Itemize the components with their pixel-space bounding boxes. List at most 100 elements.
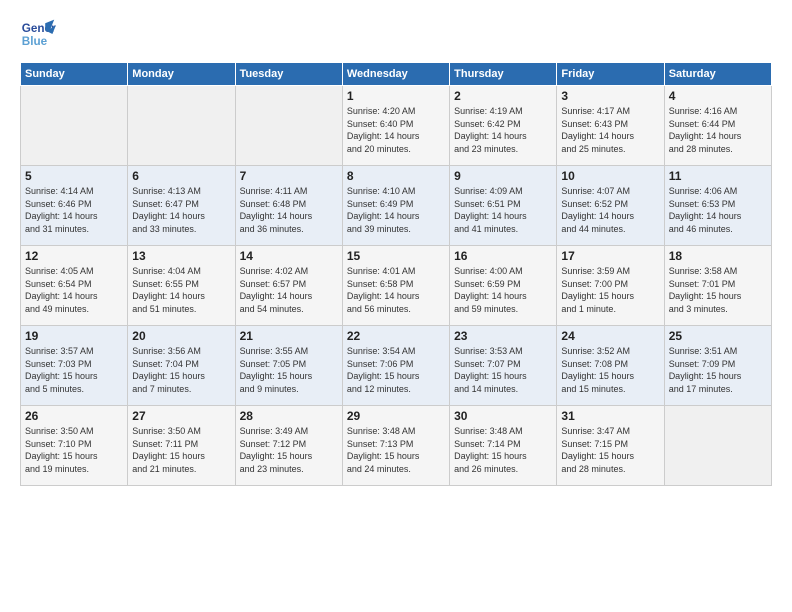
day-info: Sunrise: 3:58 AM Sunset: 7:01 PM Dayligh… [669,265,767,315]
calendar-cell: 25 Sunrise: 3:51 AM Sunset: 7:09 PM Dayli… [664,326,771,406]
day-number: 25 [669,329,767,343]
day-number: 20 [132,329,230,343]
day-number: 1 [347,89,445,103]
calendar-cell: 20 Sunrise: 3:56 AM Sunset: 7:04 PM Dayli… [128,326,235,406]
day-header-saturday: Saturday [664,63,771,86]
day-header-sunday: Sunday [21,63,128,86]
day-number: 16 [454,249,552,263]
day-number: 4 [669,89,767,103]
day-number: 30 [454,409,552,423]
calendar-body: 1 Sunrise: 4:20 AM Sunset: 6:40 PM Daylig… [21,86,772,486]
calendar-cell [21,86,128,166]
day-info: Sunrise: 3:56 AM Sunset: 7:04 PM Dayligh… [132,345,230,395]
day-info: Sunrise: 4:11 AM Sunset: 6:48 PM Dayligh… [240,185,338,235]
day-info: Sunrise: 4:00 AM Sunset: 6:59 PM Dayligh… [454,265,552,315]
calendar-cell: 21Sunrise: 3:55 AM Sunset: 7:05 PM Dayli… [235,326,342,406]
day-info: Sunrise: 3:54 AM Sunset: 7:06 PM Dayligh… [347,345,445,395]
calendar-cell: 13 Sunrise: 4:04 AM Sunset: 6:55 PM Dayli… [128,246,235,326]
day-info: Sunrise: 3:50 AM Sunset: 7:10 PM Dayligh… [25,425,123,475]
calendar-cell: 28 Sunrise: 3:49 AM Sunset: 7:12 PM Dayli… [235,406,342,486]
day-number: 6 [132,169,230,183]
day-number: 19 [25,329,123,343]
calendar-cell: 24 Sunrise: 3:52 AM Sunset: 7:08 PM Dayli… [557,326,664,406]
calendar-cell: 29Sunrise: 3:48 AM Sunset: 7:13 PM Dayli… [342,406,449,486]
calendar-cell: 8 Sunrise: 4:10 AM Sunset: 6:49 PM Daylig… [342,166,449,246]
day-info: Sunrise: 4:19 AM Sunset: 6:42 PM Dayligh… [454,105,552,155]
calendar-cell: 3Sunrise: 4:17 AM Sunset: 6:43 PM Daylig… [557,86,664,166]
calendar-header: SundayMondayTuesdayWednesdayThursdayFrid… [21,63,772,86]
logo: General Blue [20,16,56,52]
day-number: 26 [25,409,123,423]
calendar-cell: 10 Sunrise: 4:07 AM Sunset: 6:52 PM Dayli… [557,166,664,246]
calendar-cell: 1 Sunrise: 4:20 AM Sunset: 6:40 PM Daylig… [342,86,449,166]
day-header-thursday: Thursday [450,63,557,86]
page: General Blue SundayMondayTuesdayWednesda… [0,0,792,496]
day-number: 15 [347,249,445,263]
logo-icon: General Blue [20,16,56,52]
day-info: Sunrise: 4:10 AM Sunset: 6:49 PM Dayligh… [347,185,445,235]
day-info: Sunrise: 3:57 AM Sunset: 7:03 PM Dayligh… [25,345,123,395]
calendar-cell: 19 Sunrise: 3:57 AM Sunset: 7:03 PM Dayli… [21,326,128,406]
day-number: 24 [561,329,659,343]
day-header-friday: Friday [557,63,664,86]
day-info: Sunrise: 4:06 AM Sunset: 6:53 PM Dayligh… [669,185,767,235]
day-info: Sunrise: 3:59 AM Sunset: 7:00 PM Dayligh… [561,265,659,315]
day-info: Sunrise: 4:09 AM Sunset: 6:51 PM Dayligh… [454,185,552,235]
day-number: 22 [347,329,445,343]
calendar-cell [128,86,235,166]
day-info: Sunrise: 3:53 AM Sunset: 7:07 PM Dayligh… [454,345,552,395]
calendar-cell: 18 Sunrise: 3:58 AM Sunset: 7:01 PM Dayli… [664,246,771,326]
day-number: 5 [25,169,123,183]
header-row: SundayMondayTuesdayWednesdayThursdayFrid… [21,63,772,86]
day-number: 7 [240,169,338,183]
calendar-cell: 23 Sunrise: 3:53 AM Sunset: 7:07 PM Dayli… [450,326,557,406]
day-info: Sunrise: 4:20 AM Sunset: 6:40 PM Dayligh… [347,105,445,155]
calendar-cell: 31 Sunrise: 3:47 AM Sunset: 7:15 PM Dayli… [557,406,664,486]
header: General Blue [20,16,772,52]
calendar-cell: 6Sunrise: 4:13 AM Sunset: 6:47 PM Daylig… [128,166,235,246]
day-header-wednesday: Wednesday [342,63,449,86]
week-row-2: 5Sunrise: 4:14 AM Sunset: 6:46 PM Daylig… [21,166,772,246]
week-row-4: 19 Sunrise: 3:57 AM Sunset: 7:03 PM Dayli… [21,326,772,406]
day-info: Sunrise: 4:02 AM Sunset: 6:57 PM Dayligh… [240,265,338,315]
day-number: 8 [347,169,445,183]
calendar-cell: 14Sunrise: 4:02 AM Sunset: 6:57 PM Dayli… [235,246,342,326]
calendar-cell: 7 Sunrise: 4:11 AM Sunset: 6:48 PM Daylig… [235,166,342,246]
day-number: 18 [669,249,767,263]
calendar-cell: 12 Sunrise: 4:05 AM Sunset: 6:54 PM Dayli… [21,246,128,326]
day-number: 12 [25,249,123,263]
calendar-cell: 4 Sunrise: 4:16 AM Sunset: 6:44 PM Daylig… [664,86,771,166]
week-row-1: 1 Sunrise: 4:20 AM Sunset: 6:40 PM Daylig… [21,86,772,166]
day-number: 13 [132,249,230,263]
calendar-cell: 30 Sunrise: 3:48 AM Sunset: 7:14 PM Dayli… [450,406,557,486]
svg-text:Blue: Blue [22,35,48,48]
day-number: 31 [561,409,659,423]
day-number: 28 [240,409,338,423]
day-info: Sunrise: 4:04 AM Sunset: 6:55 PM Dayligh… [132,265,230,315]
calendar-cell: 26 Sunrise: 3:50 AM Sunset: 7:10 PM Dayli… [21,406,128,486]
day-info: Sunrise: 3:52 AM Sunset: 7:08 PM Dayligh… [561,345,659,395]
calendar-cell [664,406,771,486]
day-number: 11 [669,169,767,183]
day-info: Sunrise: 3:49 AM Sunset: 7:12 PM Dayligh… [240,425,338,475]
day-info: Sunrise: 4:07 AM Sunset: 6:52 PM Dayligh… [561,185,659,235]
day-info: Sunrise: 3:51 AM Sunset: 7:09 PM Dayligh… [669,345,767,395]
calendar-table: SundayMondayTuesdayWednesdayThursdayFrid… [20,62,772,486]
day-number: 17 [561,249,659,263]
day-info: Sunrise: 3:47 AM Sunset: 7:15 PM Dayligh… [561,425,659,475]
calendar-cell: 2 Sunrise: 4:19 AM Sunset: 6:42 PM Daylig… [450,86,557,166]
week-row-5: 26 Sunrise: 3:50 AM Sunset: 7:10 PM Dayli… [21,406,772,486]
calendar-cell: 9Sunrise: 4:09 AM Sunset: 6:51 PM Daylig… [450,166,557,246]
day-number: 2 [454,89,552,103]
day-info: Sunrise: 3:50 AM Sunset: 7:11 PM Dayligh… [132,425,230,475]
day-number: 10 [561,169,659,183]
day-header-monday: Monday [128,63,235,86]
day-header-tuesday: Tuesday [235,63,342,86]
day-number: 23 [454,329,552,343]
day-number: 29 [347,409,445,423]
day-info: Sunrise: 4:01 AM Sunset: 6:58 PM Dayligh… [347,265,445,315]
day-info: Sunrise: 4:17 AM Sunset: 6:43 PM Dayligh… [561,105,659,155]
day-info: Sunrise: 3:48 AM Sunset: 7:14 PM Dayligh… [454,425,552,475]
day-info: Sunrise: 4:16 AM Sunset: 6:44 PM Dayligh… [669,105,767,155]
day-info: Sunrise: 4:05 AM Sunset: 6:54 PM Dayligh… [25,265,123,315]
